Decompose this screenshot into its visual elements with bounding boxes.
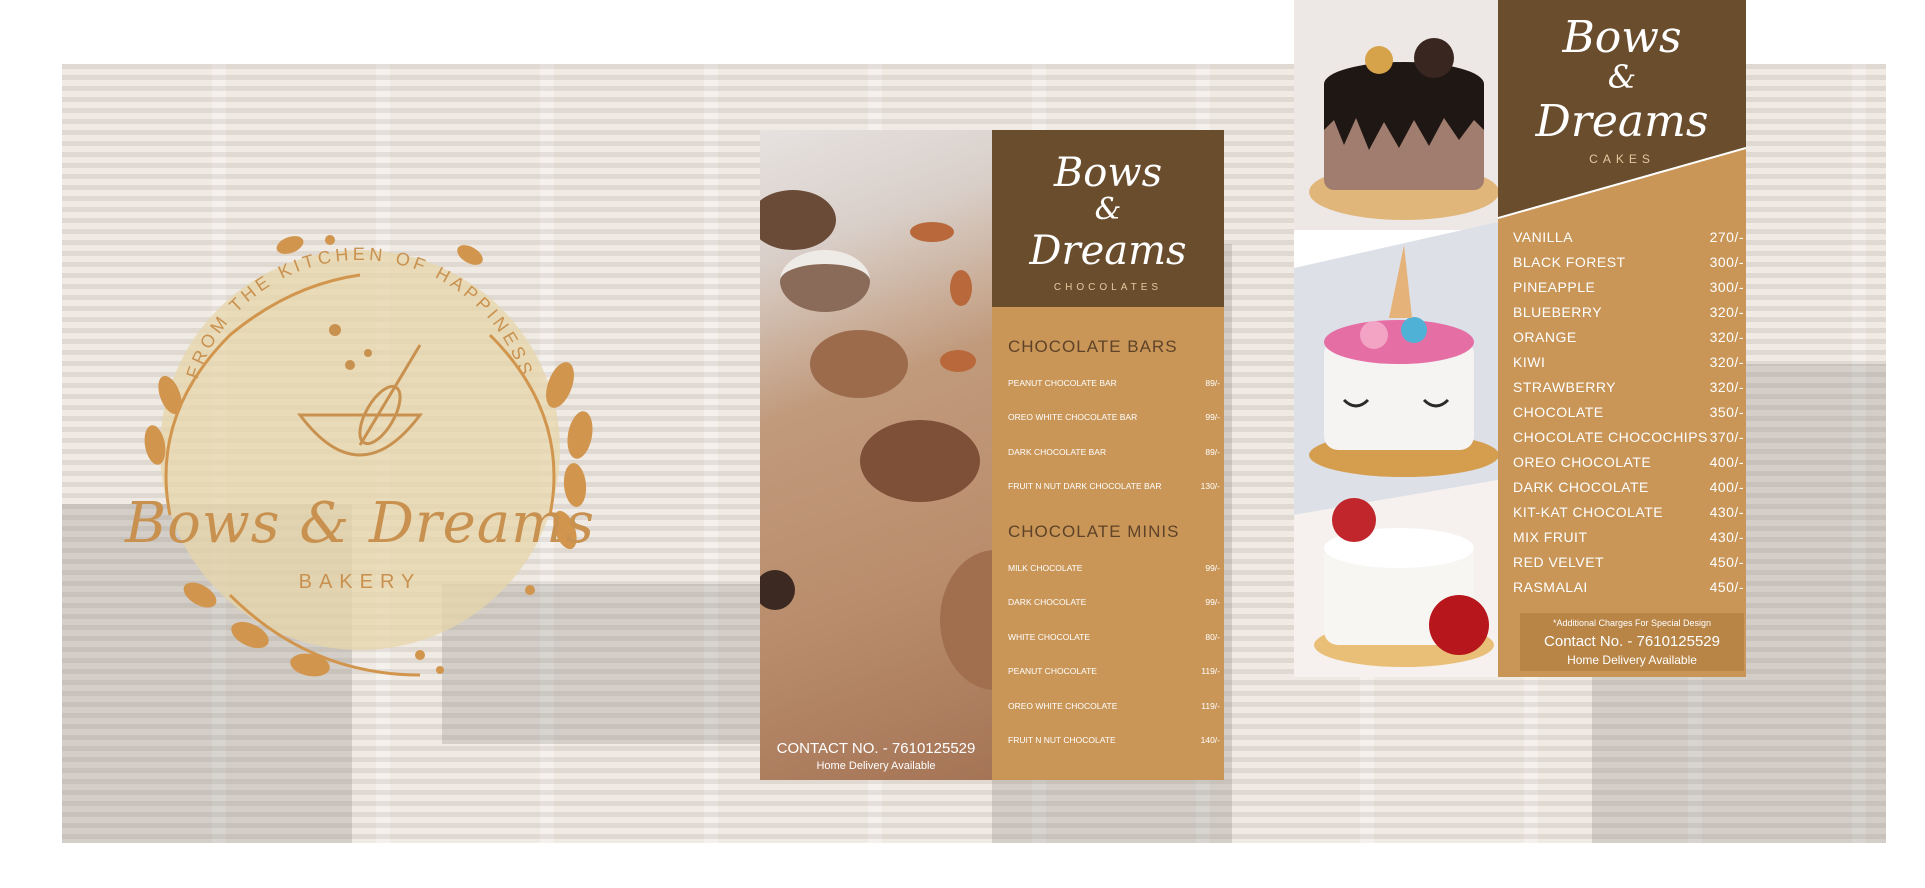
cakes-contact: Contact No. - 7610125529 <box>1544 633 1720 650</box>
menu-item-price: 89/- <box>1205 447 1220 457</box>
menu-item-price: 320/- <box>1709 304 1744 320</box>
logo-title: Bows & Dreams <box>124 491 596 556</box>
chocolate-piece <box>760 570 795 610</box>
menu-item: FRUIT N NUT CHOCOLATE 140/- <box>1008 735 1220 745</box>
menu-item: VANILLA 270/- <box>1513 229 1744 245</box>
menu-item-price: 99/- <box>1205 563 1220 573</box>
brand-word: Bows <box>1053 150 1163 196</box>
menu-item-price: 320/- <box>1709 329 1744 345</box>
menu-item-price: 80/- <box>1205 632 1220 642</box>
brand-word: Bows <box>1562 12 1682 63</box>
menu-item-price: 119/- <box>1201 666 1220 676</box>
chocolates-contact: CONTACT NO. - 7610125529 <box>776 740 976 757</box>
menu-item: RED VELVET 450/- <box>1513 554 1744 570</box>
brand-ampersand: & <box>1607 58 1637 96</box>
menu-item: PEANUT CHOCOLATE BAR 89/- <box>1008 378 1220 388</box>
brand-word: Dreams <box>1029 228 1187 274</box>
cakes-delivery: Home Delivery Available <box>1567 653 1697 667</box>
menu-item-price: 400/- <box>1709 479 1744 495</box>
menu-item-price: 450/- <box>1709 579 1744 595</box>
chocolate-piece <box>760 190 836 250</box>
menu-item: OREO WHITE CHOCOLATE 119/- <box>1008 701 1220 711</box>
menu-item-price: 300/- <box>1709 279 1744 295</box>
cakes-price-panel: Bows & Dreams CAKES VANILLA 270/- BLACK F… <box>1498 0 1746 677</box>
menu-item: BLUEBERRY 320/- <box>1513 304 1744 320</box>
menu-item-price: 320/- <box>1709 354 1744 370</box>
menu-item-price: 99/- <box>1205 597 1220 607</box>
logo-subtitle: BAKERY <box>298 571 422 593</box>
menu-item: CHOCOLATE 350/- <box>1513 404 1744 420</box>
menu-item: BLACK FOREST 300/- <box>1513 254 1744 270</box>
menu-item-price: 300/- <box>1709 254 1744 270</box>
brand-ampersand: & <box>1094 192 1122 227</box>
section-title: CHOCOLATE MINIS <box>1008 522 1180 541</box>
menu-item: RASMALAI 450/- <box>1513 579 1744 595</box>
contact-box: *Additional Charges For Special Design C… <box>1520 613 1744 671</box>
menu-item: DARK CHOCOLATE 400/- <box>1513 479 1744 495</box>
cake-illustrations-icon <box>1294 0 1498 677</box>
menu-item-price: 370/- <box>1709 429 1744 445</box>
almond <box>910 222 954 242</box>
special-design-note: *Additional Charges For Special Design <box>1552 618 1712 628</box>
menu-item-price: 270/- <box>1709 229 1744 245</box>
chocolate-piece <box>860 420 980 502</box>
chocolate-piece <box>810 330 908 398</box>
chocolates-photo: CONTACT NO. - 7610125529 Home Delivery A… <box>760 130 992 780</box>
menu-item: MIX FRUIT 430/- <box>1513 529 1744 545</box>
chocolate-piece <box>940 550 992 690</box>
menu-item-price: 450/- <box>1709 554 1744 570</box>
menu-item: FRUIT N NUT DARK CHOCOLATE BAR 130/- <box>1008 481 1220 491</box>
menu-item: STRAWBERRY 320/- <box>1513 379 1744 395</box>
chocolates-subtitle: CHOCOLATES <box>1053 282 1163 293</box>
menu-item: MILK CHOCOLATE 99/- <box>1008 563 1220 573</box>
section-title: CHOCOLATE BARS <box>1008 337 1178 356</box>
menu-item-price: 140/- <box>1200 735 1220 745</box>
chocolates-price-panel: Bows & Dreams CHOCOLATES CHOCOLATE BARS … <box>992 130 1224 780</box>
menu-item: WHITE CHOCOLATE 80/- <box>1008 632 1220 642</box>
menu-item: KIT-KAT CHOCOLATE 430/- <box>1513 504 1744 520</box>
chocolates-delivery: Home Delivery Available <box>816 760 936 772</box>
menu-item-price: 350/- <box>1709 404 1744 420</box>
cakes-subtitle: CAKES <box>1589 152 1655 166</box>
menu-item: PEANUT CHOCOLATE 119/- <box>1008 666 1220 676</box>
chocolates-header: Bows & Dreams CHOCOLATES <box>992 130 1224 307</box>
menu-item-price: 99/- <box>1205 412 1220 422</box>
menu-item: DARK CHOCOLATE 99/- <box>1008 597 1220 607</box>
menu-item-price: 130/- <box>1200 481 1220 491</box>
menu-item-price: 400/- <box>1709 454 1744 470</box>
brand-word: Dreams <box>1535 96 1709 147</box>
menu-item-price: 89/- <box>1205 378 1220 388</box>
menu-item-price: 430/- <box>1709 529 1744 545</box>
menu-item-price: 320/- <box>1709 379 1744 395</box>
bakery-logo: FROM THE KITCHEN OF HAPPINESS Bows & Dre… <box>110 215 610 695</box>
almond <box>940 350 976 372</box>
menu-item: KIWI 320/- <box>1513 354 1744 370</box>
menu-item: OREO CHOCOLATE 400/- <box>1513 454 1744 470</box>
cakes-photo <box>1294 0 1498 677</box>
chocolates-menu: CONTACT NO. - 7610125529 Home Delivery A… <box>760 130 1224 780</box>
menu-item-price: 119/- <box>1201 701 1220 711</box>
cakes-menu: Bows & Dreams CAKES VANILLA 270/- BLACK F… <box>1294 0 1746 677</box>
menu-item: ORANGE 320/- <box>1513 329 1744 345</box>
menu-item: PINEAPPLE 300/- <box>1513 279 1744 295</box>
menu-item: CHOCOLATE CHOCOCHIPS 370/- <box>1513 429 1744 445</box>
chocolate-piece <box>780 250 870 312</box>
menu-item: OREO WHITE CHOCOLATE BAR 99/- <box>1008 412 1220 422</box>
menu-item: DARK CHOCOLATE BAR 89/- <box>1008 447 1220 457</box>
almond <box>950 270 972 306</box>
menu-item-price: 430/- <box>1709 504 1744 520</box>
logo-wreath-icon: FROM THE KITCHEN OF HAPPINESS <box>144 235 593 677</box>
